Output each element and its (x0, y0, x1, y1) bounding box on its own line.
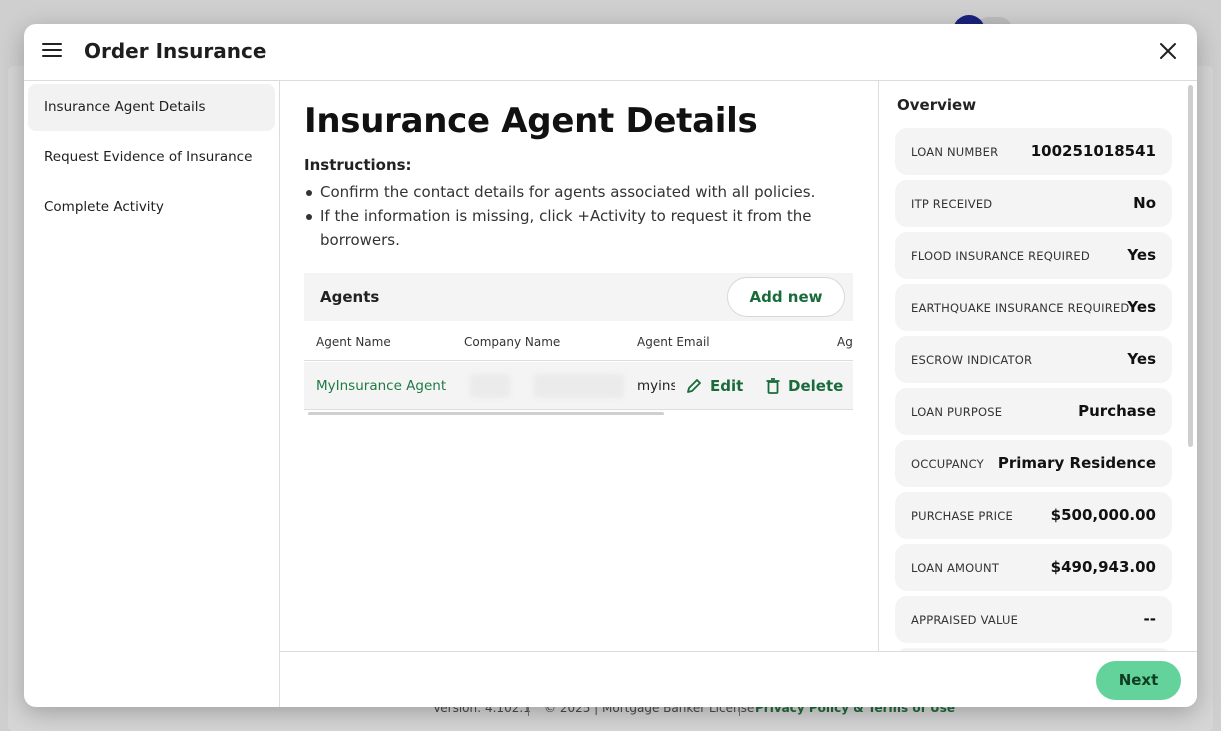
pencil-icon (687, 379, 701, 393)
modal-footer: Next (280, 651, 1197, 707)
add-new-agent-button[interactable]: Add new (727, 277, 845, 317)
overview-item-appraised-value: APPRAISED VALUE -- (895, 596, 1172, 643)
column-agent-extra[interactable]: Ag (837, 335, 853, 349)
overview-label: LOAN PURPOSE (911, 405, 1003, 419)
order-insurance-modal: Order Insurance Insurance Agent Details … (24, 24, 1197, 707)
nav-item-request-evidence[interactable]: Request Evidence of Insurance (28, 134, 275, 181)
modal-title: Order Insurance (84, 39, 267, 63)
overview-label: LOAN NUMBER (911, 145, 999, 159)
vertical-scrollbar[interactable] (1188, 85, 1193, 447)
overview-item-itp-received: ITP RECEIVED No (895, 180, 1172, 227)
horizontal-scrollbar[interactable] (308, 412, 664, 415)
overview-value: No (1133, 194, 1156, 212)
overview-value: Primary Residence (997, 454, 1156, 472)
page-title: Insurance Agent Details (304, 101, 758, 141)
overview-label: LOAN AMOUNT (911, 561, 1000, 575)
overview-label: OCCUPANCY (911, 457, 984, 471)
column-company-name[interactable]: Company Name (464, 335, 560, 349)
overview-item-loan-amount: LOAN AMOUNT $490,943.00 (895, 544, 1172, 591)
overview-item-earthquake-insurance: EARTHQUAKE INSURANCE REQUIRED Yes (895, 284, 1172, 331)
overview-item-escrow-indicator: ESCROW INDICATOR Yes (895, 336, 1172, 383)
nav-item-complete-activity[interactable]: Complete Activity (28, 184, 275, 231)
overview-value: Yes (1127, 350, 1156, 368)
redacted-company (470, 374, 510, 398)
trash-icon (766, 378, 780, 394)
overview-label: FLOOD INSURANCE REQUIRED (911, 249, 1090, 263)
overview-value: -- (1143, 610, 1156, 628)
overview-item-loan-purpose: LOAN PURPOSE Purchase (895, 388, 1172, 435)
modal-header: Order Insurance (24, 24, 1197, 81)
column-agent-email[interactable]: Agent Email (637, 335, 710, 349)
overview-item-purchase-price: PURCHASE PRICE $500,000.00 (895, 492, 1172, 539)
overview-value: Yes (1127, 246, 1156, 264)
overview-label: ESCROW INDICATOR (911, 353, 1033, 367)
step-navigation: Insurance Agent Details Request Evidence… (24, 81, 280, 707)
overview-item-occupancy: OCCUPANCY Primary Residence (895, 440, 1172, 487)
column-agent-name[interactable]: Agent Name (316, 335, 391, 349)
menu-icon[interactable] (42, 43, 62, 59)
instructions-title: Instructions: (304, 156, 412, 174)
overview-value: $490,943.00 (1050, 558, 1156, 576)
table-row: MyInsurance Agent myins Edit Delete (304, 362, 853, 410)
overview-value: $500,000.00 (1050, 506, 1156, 524)
agent-name-link[interactable]: MyInsurance Agent (316, 378, 446, 394)
agents-header: Agents Add new (304, 273, 853, 321)
delete-agent-button[interactable]: Delete (766, 375, 853, 397)
overview-value: Yes (1127, 298, 1156, 316)
agent-email: myins (637, 378, 675, 394)
overview-label: ITP RECEIVED (911, 197, 993, 211)
instructions-list: Confirm the contact details for agents a… (304, 180, 844, 252)
overview-item-flood-insurance: FLOOD INSURANCE REQUIRED Yes (895, 232, 1172, 279)
overview-value: 100251018541 (1030, 142, 1156, 160)
redacted-company (534, 374, 624, 398)
delete-label: Delete (788, 377, 844, 395)
edit-label: Edit (710, 377, 744, 395)
overview-label: PURCHASE PRICE (911, 509, 1013, 523)
overview-item-loan-number: LOAN NUMBER 100251018541 (895, 128, 1172, 175)
close-icon[interactable] (1158, 41, 1178, 61)
edit-agent-button[interactable]: Edit (686, 375, 743, 397)
overview-label: EARTHQUAKE INSURANCE REQUIRED (911, 301, 1130, 315)
overview-label: APPRAISED VALUE (911, 613, 1019, 627)
instruction-item: If the information is missing, click +Ac… (304, 204, 844, 252)
nav-item-insurance-agent-details[interactable]: Insurance Agent Details (28, 84, 275, 131)
agents-table: Agents Add new Agent Name Company Name A… (304, 273, 853, 415)
overview-value: Purchase (1078, 402, 1156, 420)
overview-panel: Overview LOAN NUMBER 100251018541 ITP RE… (878, 81, 1197, 651)
next-button[interactable]: Next (1096, 661, 1181, 700)
main-content: Insurance Agent Details Instructions: Co… (280, 81, 878, 651)
agents-title: Agents (320, 288, 380, 306)
table-header: Agent Name Company Name Agent Email Ag (304, 321, 853, 361)
overview-title: Overview (897, 96, 977, 114)
instruction-item: Confirm the contact details for agents a… (304, 180, 844, 204)
